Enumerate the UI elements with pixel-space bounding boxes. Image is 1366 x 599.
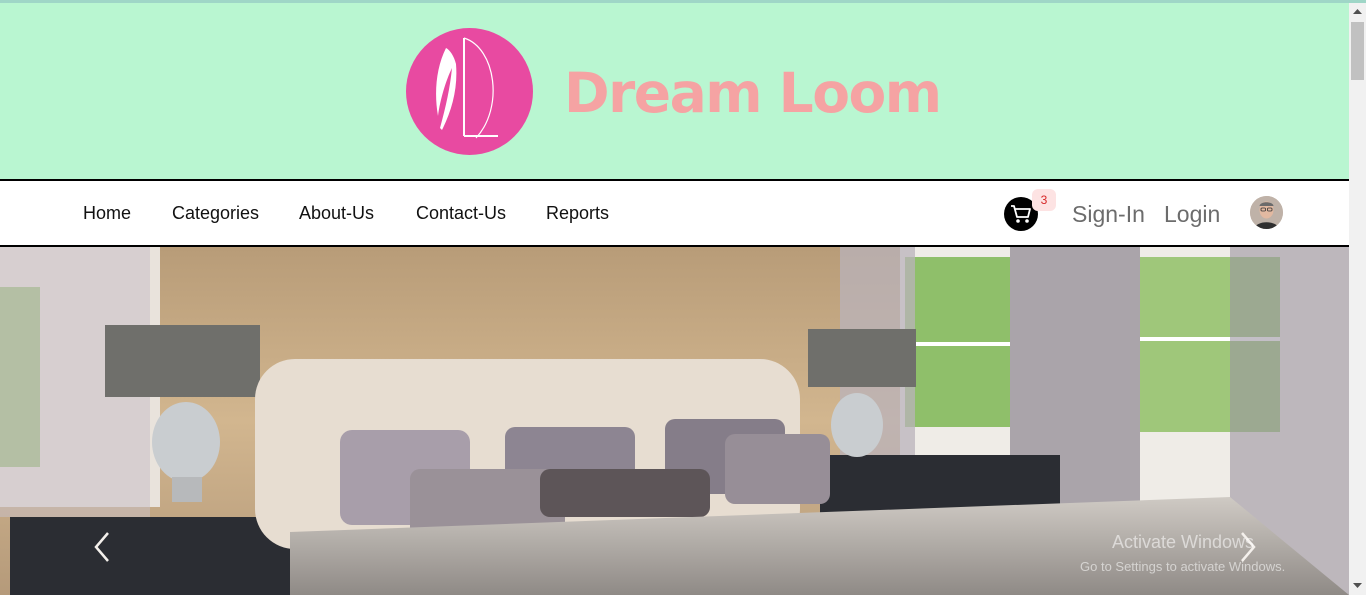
nav-contact-us[interactable]: Contact-Us (416, 203, 506, 224)
page-scrollbar[interactable] (1349, 3, 1366, 595)
windows-activation-title: Activate Windows (1112, 532, 1255, 552)
windows-activation-subtitle: Go to Settings to activate Windows. (1080, 559, 1286, 574)
cart-icon (1011, 205, 1031, 223)
main-navbar: Home Categories About-Us Contact-Us Repo… (0, 179, 1349, 247)
nav-home[interactable]: Home (83, 203, 131, 224)
carousel-prev-button[interactable] (90, 529, 114, 565)
login-link[interactable]: Login (1164, 201, 1220, 228)
chevron-down-icon (1353, 583, 1362, 588)
chevron-left-icon (94, 532, 109, 562)
scroll-thumb[interactable] (1351, 22, 1364, 80)
nav-about-us[interactable]: About-Us (299, 203, 374, 224)
cart-count-badge: 3 (1032, 189, 1056, 211)
nav-categories[interactable]: Categories (172, 203, 259, 224)
scroll-up-arrow[interactable] (1349, 3, 1366, 20)
site-header: Dream Loom (0, 3, 1349, 179)
brand-name[interactable]: Dream Loom (564, 61, 942, 125)
hero-carousel: Activate Windows Go to Settings to activ… (0, 247, 1349, 595)
chevron-up-icon (1353, 9, 1362, 14)
user-avatar[interactable] (1250, 196, 1283, 229)
scroll-down-arrow[interactable] (1349, 577, 1366, 594)
feather-logo-icon[interactable] (406, 28, 533, 155)
sign-in-link[interactable]: Sign-In (1072, 201, 1145, 228)
nav-reports[interactable]: Reports (546, 203, 609, 224)
